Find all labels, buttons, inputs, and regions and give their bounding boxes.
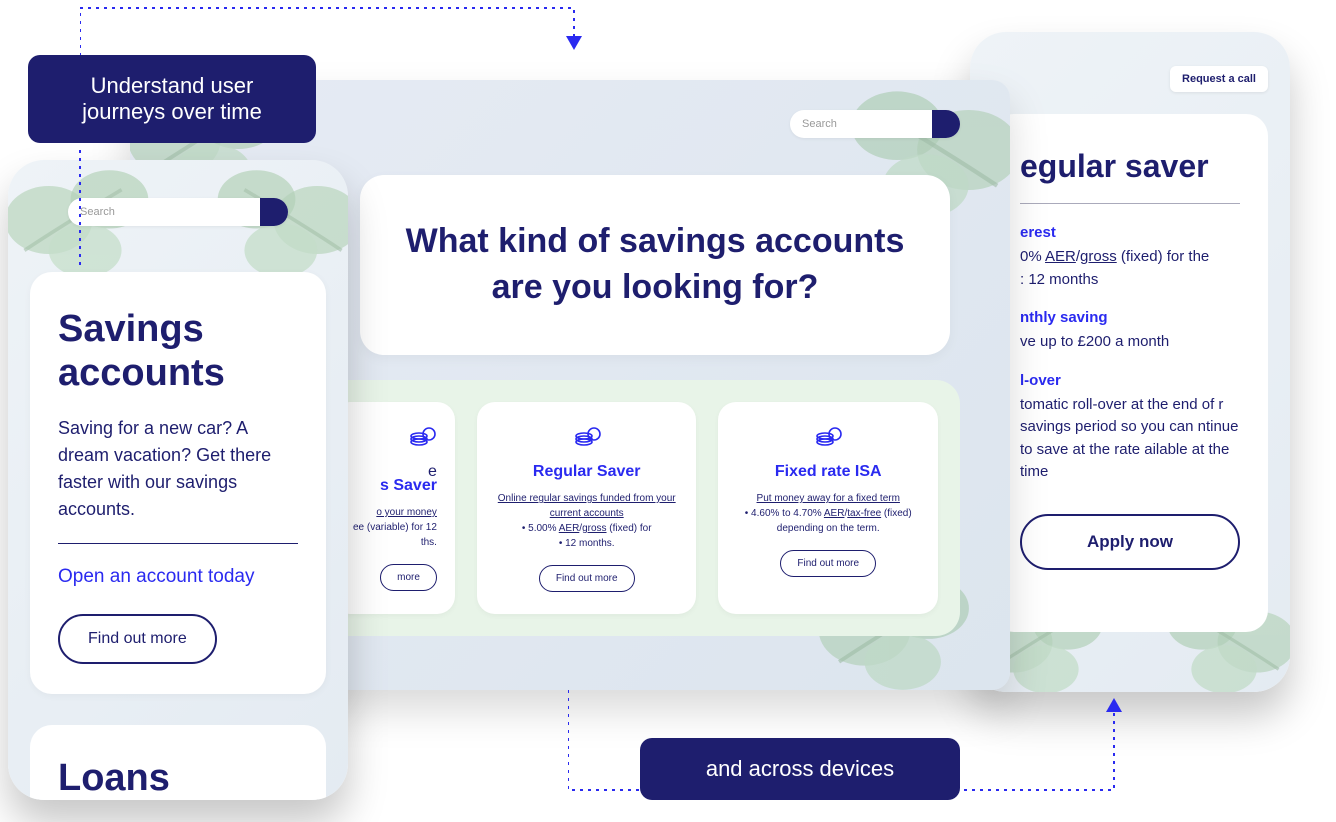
connector-left [70, 150, 90, 270]
loans-panel: Loans [30, 725, 326, 800]
interest-value: : 12 months [1020, 269, 1240, 292]
divider [1020, 203, 1240, 204]
search-input[interactable]: Search [790, 110, 960, 138]
rollover-label: l-over [1020, 372, 1240, 389]
product-card-bullet: ths. [336, 535, 437, 550]
product-card-bullet: • 5.00% AER/gross (fixed) for [495, 521, 679, 536]
search-placeholder: Search [802, 118, 837, 130]
find-out-more-button[interactable]: Find out more [539, 565, 635, 592]
product-card-bullet: • 12 months. [495, 536, 679, 551]
apply-now-button[interactable]: Apply now [1020, 514, 1240, 570]
product-card-desc: o your money [336, 505, 437, 520]
find-out-more-button[interactable]: Find out more [58, 614, 217, 664]
product-card-bullet: • 4.60% to 4.70% AER/tax-free (fixed) de… [736, 506, 920, 536]
callout-across-devices: and across devices [640, 738, 960, 800]
product-card-regular-saver: Regular Saver Online regular savings fun… [477, 402, 697, 614]
product-detail-panel: egular saver erest 0% AER/gross (fixed) … [992, 114, 1268, 632]
product-card-desc: Put money away for a fixed term [736, 491, 920, 506]
mobile-device-right: Request a call egular saver erest 0% AER… [970, 32, 1290, 692]
savings-hero-panel: Savings accounts Saving for a new car? A… [30, 272, 326, 694]
savings-body: Saving for a new car? A dream vacation? … [58, 415, 298, 523]
interest-label: erest [1020, 224, 1240, 241]
divider [58, 543, 298, 544]
coins-icon [336, 424, 437, 453]
product-card-title: Regular Saver [495, 463, 679, 481]
product-card-title: Fixed rate ISA [736, 463, 920, 481]
find-out-more-button[interactable]: Find out more [780, 550, 876, 577]
product-card-fixed-isa: Fixed rate ISA Put money away for a fixe… [718, 402, 938, 614]
find-out-more-button[interactable]: more [380, 564, 437, 591]
interest-value: 0% AER/gross (fixed) for the [1020, 246, 1240, 269]
callout-understand-journeys: Understand user journeys over time [28, 55, 316, 143]
search-button[interactable] [932, 110, 960, 138]
request-call-button[interactable]: Request a call [1170, 66, 1268, 92]
open-account-link[interactable]: Open an account today [58, 566, 298, 588]
loans-title: Loans [58, 757, 298, 800]
product-card-title: s Saver [336, 477, 437, 495]
mobile-device-left: Search Savings accounts Saving for a new… [8, 160, 348, 800]
monthly-saving-label: nthly saving [1020, 309, 1240, 326]
product-cards-row: e s Saver o your money ee (variable) for… [310, 380, 960, 636]
product-card-access-saver: e s Saver o your money ee (variable) for… [332, 402, 455, 614]
product-card-desc: Online regular savings funded from your … [495, 491, 679, 521]
rollover-value: tomatic roll-over at the end of r saving… [1020, 394, 1240, 484]
coins-icon [495, 424, 679, 453]
product-card-bullet: ee (variable) for 12 [336, 520, 437, 535]
coins-icon [736, 424, 920, 453]
monthly-saving-value: ve up to £200 a month [1020, 331, 1240, 354]
search-button[interactable] [260, 198, 288, 226]
product-detail-title: egular saver [1020, 148, 1240, 185]
hero-panel: What kind of savings accounts are you lo… [360, 175, 950, 355]
search-input[interactable]: Search [68, 198, 288, 226]
hero-title: What kind of savings accounts are you lo… [400, 219, 910, 311]
savings-title: Savings accounts [58, 308, 298, 395]
